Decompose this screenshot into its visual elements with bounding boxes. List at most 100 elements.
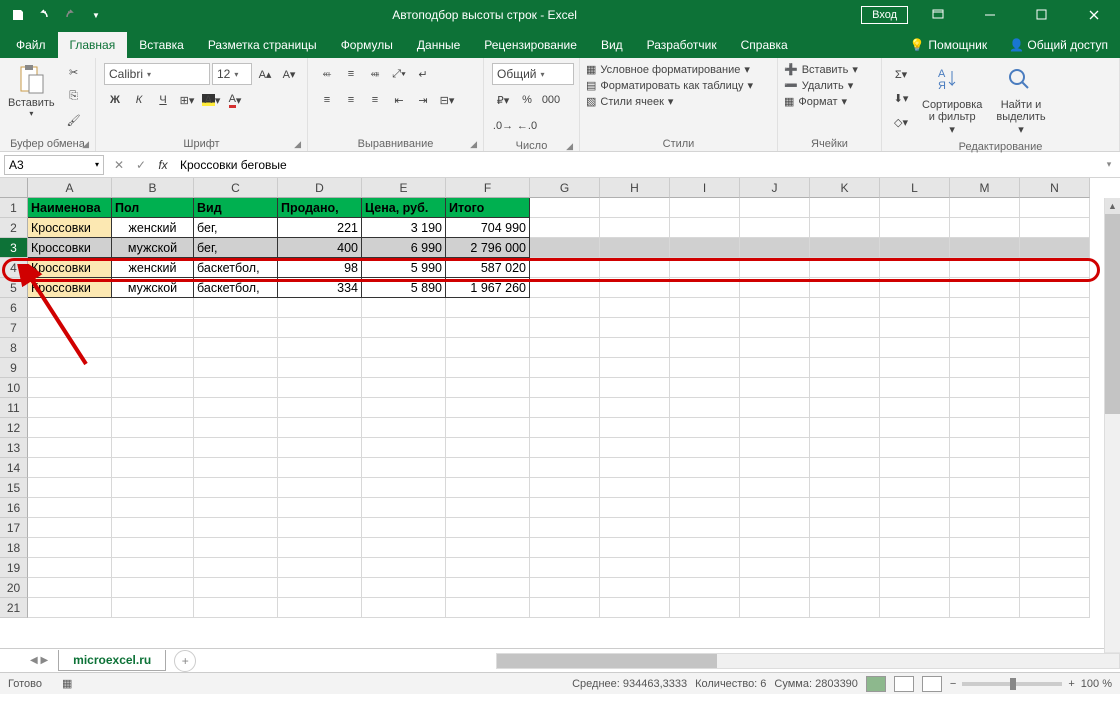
cell-D17[interactable] [278, 518, 362, 538]
cell-C8[interactable] [194, 338, 278, 358]
cell-L3[interactable] [880, 238, 950, 258]
cell-I11[interactable] [670, 398, 740, 418]
cell-N18[interactable] [1020, 538, 1090, 558]
horizontal-scrollbar[interactable] [496, 653, 1120, 669]
cell-B14[interactable] [112, 458, 194, 478]
bold-button[interactable]: Ж [104, 89, 126, 111]
align-left-icon[interactable]: ≡ [316, 89, 338, 111]
cell-K16[interactable] [810, 498, 880, 518]
maximize-icon[interactable] [1020, 1, 1064, 29]
cell-D12[interactable] [278, 418, 362, 438]
currency-icon[interactable]: ₽▾ [492, 89, 514, 111]
fx-icon[interactable]: fx [152, 154, 174, 176]
cell-M10[interactable] [950, 378, 1020, 398]
merge-icon[interactable]: ⊟▾ [436, 89, 458, 111]
cell-F12[interactable] [446, 418, 530, 438]
cell-L10[interactable] [880, 378, 950, 398]
cell-E10[interactable] [362, 378, 446, 398]
cell-J21[interactable] [740, 598, 810, 618]
page-break-view-icon[interactable] [922, 676, 942, 692]
cell-I12[interactable] [670, 418, 740, 438]
copy-icon[interactable]: ⎘ [63, 85, 85, 107]
row-header-17[interactable]: 17 [0, 518, 28, 538]
cell-M3[interactable] [950, 238, 1020, 258]
cell-E20[interactable] [362, 578, 446, 598]
cell-K8[interactable] [810, 338, 880, 358]
cell-C17[interactable] [194, 518, 278, 538]
cell-A21[interactable] [28, 598, 112, 618]
row-header-15[interactable]: 15 [0, 478, 28, 498]
cell-A6[interactable] [28, 298, 112, 318]
cell-K19[interactable] [810, 558, 880, 578]
cell-I10[interactable] [670, 378, 740, 398]
tab-вид[interactable]: Вид [589, 32, 635, 58]
cell-F9[interactable] [446, 358, 530, 378]
cell-H4[interactable] [600, 258, 670, 278]
cell-D4[interactable]: 98 [278, 258, 362, 278]
cell-F6[interactable] [446, 298, 530, 318]
cell-G19[interactable] [530, 558, 600, 578]
cell-I7[interactable] [670, 318, 740, 338]
cell-J1[interactable] [740, 198, 810, 218]
cell-G1[interactable] [530, 198, 600, 218]
cell-G4[interactable] [530, 258, 600, 278]
cell-L8[interactable] [880, 338, 950, 358]
tab-формулы[interactable]: Формулы [329, 32, 405, 58]
cell-K4[interactable] [810, 258, 880, 278]
cell-J5[interactable] [740, 278, 810, 298]
cell-J15[interactable] [740, 478, 810, 498]
cell-H6[interactable] [600, 298, 670, 318]
minimize-icon[interactable] [968, 1, 1012, 29]
cell-H5[interactable] [600, 278, 670, 298]
align-middle-icon[interactable]: ≡ [340, 63, 362, 85]
row-header-3[interactable]: 3 [0, 238, 28, 258]
row-header-9[interactable]: 9 [0, 358, 28, 378]
cell-A20[interactable] [28, 578, 112, 598]
cell-M15[interactable] [950, 478, 1020, 498]
cell-D9[interactable] [278, 358, 362, 378]
cell-J17[interactable] [740, 518, 810, 538]
cell-A16[interactable] [28, 498, 112, 518]
add-sheet-icon[interactable]: + [174, 650, 196, 672]
cell-G10[interactable] [530, 378, 600, 398]
cell-L13[interactable] [880, 438, 950, 458]
cell-D5[interactable]: 334 [278, 278, 362, 298]
row-header-10[interactable]: 10 [0, 378, 28, 398]
cell-I19[interactable] [670, 558, 740, 578]
cell-N3[interactable] [1020, 238, 1090, 258]
font-name-combo[interactable]: Calibri▾ [104, 63, 210, 85]
cell-C10[interactable] [194, 378, 278, 398]
cell-B16[interactable] [112, 498, 194, 518]
cell-N11[interactable] [1020, 398, 1090, 418]
cell-N16[interactable] [1020, 498, 1090, 518]
cell-H12[interactable] [600, 418, 670, 438]
cell-G12[interactable] [530, 418, 600, 438]
cell-D7[interactable] [278, 318, 362, 338]
cell-C3[interactable]: бег, [194, 238, 278, 258]
font-color-icon[interactable]: A▾ [224, 89, 246, 111]
cell-L4[interactable] [880, 258, 950, 278]
increase-decimal-icon[interactable]: .0→ [492, 115, 514, 137]
cell-I4[interactable] [670, 258, 740, 278]
cell-A7[interactable] [28, 318, 112, 338]
cell-D14[interactable] [278, 458, 362, 478]
macro-record-icon[interactable]: ▦ [62, 677, 72, 690]
cell-K20[interactable] [810, 578, 880, 598]
cell-E2[interactable]: 3 190 [362, 218, 446, 238]
cell-D19[interactable] [278, 558, 362, 578]
scroll-up-icon[interactable]: ▲ [1105, 198, 1120, 214]
cell-A17[interactable] [28, 518, 112, 538]
cell-J18[interactable] [740, 538, 810, 558]
cell-A14[interactable] [28, 458, 112, 478]
cell-C21[interactable] [194, 598, 278, 618]
cell-E5[interactable]: 5 890 [362, 278, 446, 298]
cell-L21[interactable] [880, 598, 950, 618]
cell-G14[interactable] [530, 458, 600, 478]
cell-J11[interactable] [740, 398, 810, 418]
cell-B18[interactable] [112, 538, 194, 558]
cell-G15[interactable] [530, 478, 600, 498]
cell-E3[interactable]: 6 990 [362, 238, 446, 258]
cell-H2[interactable] [600, 218, 670, 238]
cell-G2[interactable] [530, 218, 600, 238]
decrease-decimal-icon[interactable]: ←.0 [516, 115, 538, 137]
